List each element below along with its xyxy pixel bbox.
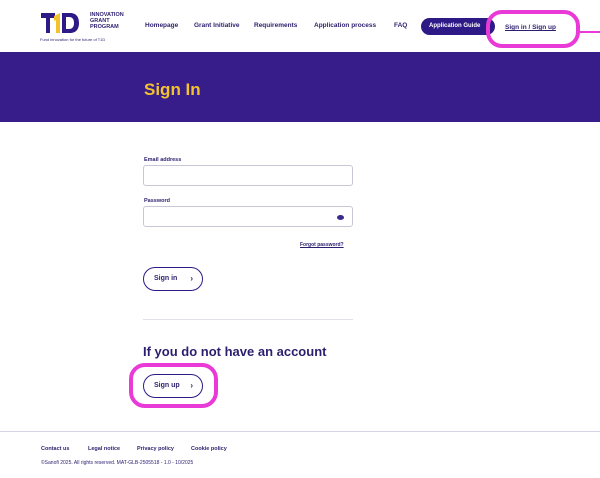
chevron-right-icon: › xyxy=(190,274,193,283)
nav-faq[interactable]: FAQ xyxy=(394,22,407,29)
footer-privacy-policy[interactable]: Privacy policy xyxy=(137,446,174,452)
sign-in-button-label: Sign in xyxy=(154,275,178,282)
eye-icon[interactable] xyxy=(337,215,344,220)
site-footer: Contact us Legal notice Privacy policy C… xyxy=(0,431,600,478)
highlight-signup-button xyxy=(129,363,218,408)
application-guide-button[interactable]: Application Guide xyxy=(421,18,495,35)
t1d-logo[interactable]: INNOVATION GRANT PROGRAM Fund innovation… xyxy=(40,12,124,44)
page-title: Sign In xyxy=(144,80,201,99)
footer-cookie-policy[interactable]: Cookie policy xyxy=(191,446,227,452)
password-label: Password xyxy=(144,198,170,204)
sign-in-button[interactable]: Sign in › xyxy=(143,267,203,291)
logo-tagline: Fund innovation for the future of T1D xyxy=(40,37,106,42)
divider xyxy=(143,319,353,320)
forgot-password-link[interactable]: Forgot password? xyxy=(300,242,344,248)
t1d-logo-icon xyxy=(40,12,80,34)
nav-grant-initiative[interactable]: Grant Initiative xyxy=(194,22,240,29)
no-account-heading: If you do not have an account xyxy=(143,344,327,359)
password-field[interactable] xyxy=(143,206,353,227)
page-banner: Sign In xyxy=(0,52,600,122)
email-label: Email address xyxy=(144,157,182,163)
highlight-connector xyxy=(580,31,600,33)
copyright: ©Sanofi 2025. All rights reserved. MAT-G… xyxy=(41,460,194,466)
nav-requirements[interactable]: Requirements xyxy=(254,22,297,29)
footer-contact-us[interactable]: Contact us xyxy=(41,446,69,452)
nav-homepage[interactable]: Homepage xyxy=(145,22,178,29)
footer-legal-notice[interactable]: Legal notice xyxy=(88,446,120,452)
page: INNOVATION GRANT PROGRAM Fund innovation… xyxy=(0,0,600,478)
nav-application-process[interactable]: Application process xyxy=(314,22,376,29)
highlight-signin-link xyxy=(486,10,580,48)
logo-line-3: PROGRAM xyxy=(90,24,119,30)
email-field[interactable] xyxy=(143,165,353,186)
